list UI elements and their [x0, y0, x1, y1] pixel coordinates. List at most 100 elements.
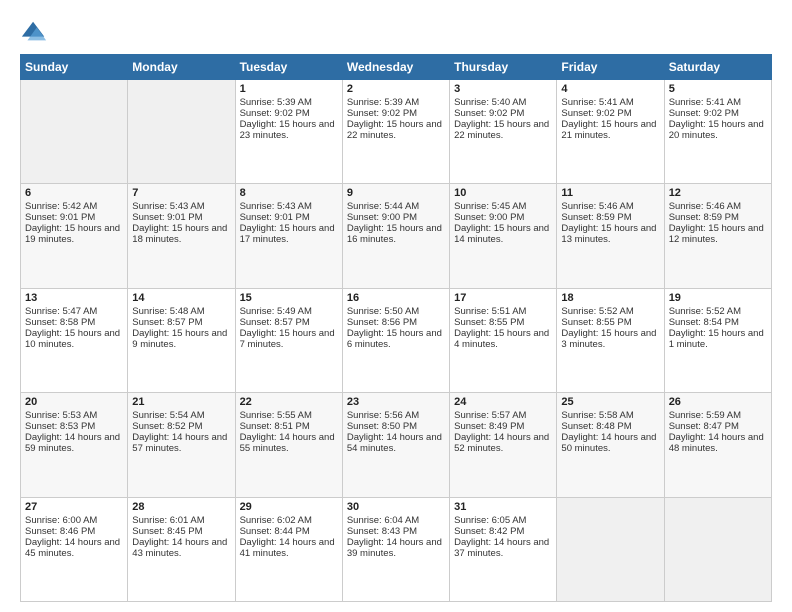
day-number: 24	[454, 396, 552, 408]
calendar-cell: 10 Sunrise: 5:45 AMSunset: 9:00 PMDayligh…	[450, 184, 557, 288]
sunset-text: Sunset: 8:48 PM	[561, 421, 631, 432]
calendar-week-row: 1 Sunrise: 5:39 AM Sunset: 9:02 PM Daylight…	[21, 80, 772, 184]
daylight-text: Daylight: 15 hours and 19 minutes.	[25, 223, 120, 245]
calendar-cell	[664, 497, 771, 601]
sunrise-text: Sunrise: 5:41 AM	[561, 97, 633, 108]
sunrise-text: Sunrise: 6:01 AM	[132, 515, 204, 526]
sunset-text: Sunset: 9:00 PM	[454, 212, 524, 223]
calendar-week-row: 13Sunrise: 5:47 AMSunset: 8:58 PMDayligh…	[21, 288, 772, 392]
sunrise-text: Sunrise: 6:04 AM	[347, 515, 419, 526]
sunrise-text: Sunrise: 5:43 AM	[132, 201, 204, 212]
daylight-text: Daylight: 15 hours and 14 minutes.	[454, 223, 549, 245]
sunrise-text: Sunrise: 6:05 AM	[454, 515, 526, 526]
logo	[20, 18, 52, 46]
day-number: 4	[561, 83, 659, 95]
sunrise-text: Sunrise: 6:00 AM	[25, 515, 97, 526]
calendar-cell: 28Sunrise: 6:01 AMSunset: 8:45 PMDayligh…	[128, 497, 235, 601]
sunrise-text: Sunrise: 5:39 AM	[240, 97, 312, 108]
sunset-text: Sunset: 9:01 PM	[132, 212, 202, 223]
sunrise-text: Sunrise: 5:43 AM	[240, 201, 312, 212]
daylight-text: Daylight: 15 hours and 6 minutes.	[347, 328, 442, 350]
daylight-text: Daylight: 14 hours and 37 minutes.	[454, 537, 549, 559]
weekday-header-row: SundayMondayTuesdayWednesdayThursdayFrid…	[21, 55, 772, 80]
sunrise-text: Sunrise: 5:52 AM	[669, 306, 741, 317]
calendar-cell: 12Sunrise: 5:46 AMSunset: 8:59 PMDayligh…	[664, 184, 771, 288]
daylight-text: Daylight: 14 hours and 45 minutes.	[25, 537, 120, 559]
day-number: 19	[669, 292, 767, 304]
daylight-text: Daylight: 15 hours and 13 minutes.	[561, 223, 656, 245]
sunset-text: Sunset: 9:02 PM	[561, 108, 631, 119]
sunrise-text: Sunrise: 5:39 AM	[347, 97, 419, 108]
sunrise-text: Sunrise: 5:46 AM	[561, 201, 633, 212]
sunset-text: Sunset: 8:53 PM	[25, 421, 95, 432]
calendar-cell: 7Sunrise: 5:43 AMSunset: 9:01 PMDaylight…	[128, 184, 235, 288]
daylight-text: Daylight: 14 hours and 57 minutes.	[132, 432, 227, 454]
sunset-text: Sunset: 8:46 PM	[25, 526, 95, 537]
sunset-text: Sunset: 8:42 PM	[454, 526, 524, 537]
sunrise-text: Sunrise: 5:51 AM	[454, 306, 526, 317]
calendar-cell: 29Sunrise: 6:02 AMSunset: 8:44 PMDayligh…	[235, 497, 342, 601]
day-number: 3	[454, 83, 552, 95]
weekday-header-cell: Wednesday	[342, 55, 449, 80]
sunrise-text: Sunrise: 5:49 AM	[240, 306, 312, 317]
sunrise-text: Sunrise: 5:57 AM	[454, 410, 526, 421]
sunrise-text: Sunrise: 5:59 AM	[669, 410, 741, 421]
calendar-cell: 5Sunrise: 5:41 AMSunset: 9:02 PMDaylight…	[664, 80, 771, 184]
logo-icon	[20, 18, 48, 46]
sunset-text: Sunset: 8:59 PM	[669, 212, 739, 223]
sunset-text: Sunset: 8:57 PM	[240, 317, 310, 328]
day-number: 11	[561, 187, 659, 199]
calendar-cell: 24Sunrise: 5:57 AMSunset: 8:49 PMDayligh…	[450, 393, 557, 497]
sunset-text: Sunset: 9:00 PM	[347, 212, 417, 223]
sunrise-text: Sunrise: 5:54 AM	[132, 410, 204, 421]
daylight-text: Daylight: 15 hours and 3 minutes.	[561, 328, 656, 350]
sunset-text: Sunset: 9:01 PM	[240, 212, 310, 223]
sunrise-text: Sunrise: 5:45 AM	[454, 201, 526, 212]
weekday-header-cell: Friday	[557, 55, 664, 80]
day-number: 1	[240, 83, 338, 95]
daylight-text: Daylight: 15 hours and 1 minute.	[669, 328, 764, 350]
daylight-text: Daylight: 14 hours and 50 minutes.	[561, 432, 656, 454]
daylight-text: Daylight: 15 hours and 12 minutes.	[669, 223, 764, 245]
calendar-cell	[557, 497, 664, 601]
daylight-text: Daylight: 15 hours and 10 minutes.	[25, 328, 120, 350]
day-number: 12	[669, 187, 767, 199]
day-number: 31	[454, 501, 552, 513]
sunrise-text: Sunrise: 5:47 AM	[25, 306, 97, 317]
sunset-text: Sunset: 8:43 PM	[347, 526, 417, 537]
daylight-text: Daylight: 15 hours and 20 minutes.	[669, 119, 764, 141]
sunrise-text: Sunrise: 5:58 AM	[561, 410, 633, 421]
calendar-cell: 20Sunrise: 5:53 AMSunset: 8:53 PMDayligh…	[21, 393, 128, 497]
day-number: 27	[25, 501, 123, 513]
calendar-cell: 19 Sunrise: 5:52 AMSunset: 8:54 PMDayligh…	[664, 288, 771, 392]
calendar-week-row: 20Sunrise: 5:53 AMSunset: 8:53 PMDayligh…	[21, 393, 772, 497]
daylight-text: Daylight: 15 hours and 9 minutes.	[132, 328, 227, 350]
sunset-text: Sunset: 8:52 PM	[132, 421, 202, 432]
day-number: 29	[240, 501, 338, 513]
sunset-text: Sunset: 8:44 PM	[240, 526, 310, 537]
page: SundayMondayTuesdayWednesdayThursdayFrid…	[0, 0, 792, 612]
daylight-text: Daylight: 15 hours and 23 minutes.	[240, 119, 335, 141]
daylight-text: Daylight: 15 hours and 22 minutes.	[454, 119, 549, 141]
day-number: 14	[132, 292, 230, 304]
day-number: 10	[454, 187, 552, 199]
day-number: 23	[347, 396, 445, 408]
daylight-text: Daylight: 14 hours and 54 minutes.	[347, 432, 442, 454]
calendar-table: SundayMondayTuesdayWednesdayThursdayFrid…	[20, 54, 772, 602]
calendar-cell: 31 Sunrise: 6:05 AMSunset: 8:42 PMDayligh…	[450, 497, 557, 601]
sunset-text: Sunset: 8:54 PM	[669, 317, 739, 328]
calendar-cell: 17Sunrise: 5:51 AMSunset: 8:55 PMDayligh…	[450, 288, 557, 392]
sunrise-text: Sunrise: 5:44 AM	[347, 201, 419, 212]
day-number: 18	[561, 292, 659, 304]
calendar-cell: 6Sunrise: 5:42 AMSunset: 9:01 PMDaylight…	[21, 184, 128, 288]
sunset-text: Sunset: 8:57 PM	[132, 317, 202, 328]
calendar-cell: 9Sunrise: 5:44 AMSunset: 9:00 PMDaylight…	[342, 184, 449, 288]
day-number: 8	[240, 187, 338, 199]
calendar-cell: 1Sunrise: 5:39 AMSunset: 9:02 PMDaylight…	[235, 80, 342, 184]
sunrise-text: Sunrise: 5:48 AM	[132, 306, 204, 317]
day-number: 7	[132, 187, 230, 199]
calendar-cell: 2Sunrise: 5:39 AMSunset: 9:02 PMDaylight…	[342, 80, 449, 184]
calendar-cell: 21Sunrise: 5:54 AMSunset: 8:52 PMDayligh…	[128, 393, 235, 497]
sunset-text: Sunset: 8:56 PM	[347, 317, 417, 328]
calendar-cell: 8Sunrise: 5:43 AMSunset: 9:01 PMDaylight…	[235, 184, 342, 288]
